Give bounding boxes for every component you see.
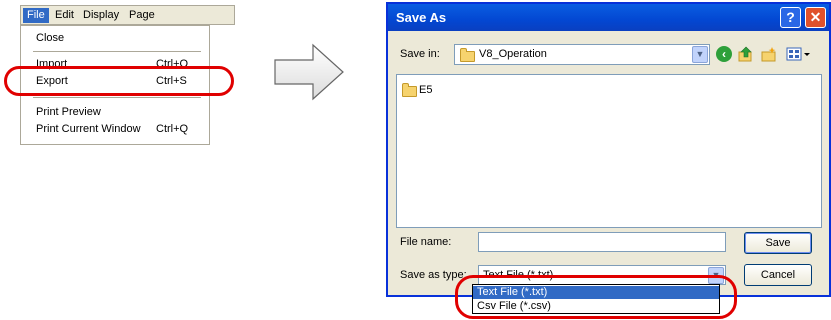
type-options-highlight-ring [455,275,737,319]
menu-separator [33,97,201,98]
folder-icon [402,83,417,97]
save-as-type-label: Save as type: [400,269,467,281]
new-folder-icon[interactable] [761,46,777,62]
dialog-titlebar: Save As ? ✕ [388,4,829,31]
chevron-down-icon[interactable]: ▼ [692,46,708,63]
save-in-value: V8_Operation [479,48,547,60]
save-button[interactable]: Save [744,232,812,254]
file-list[interactable]: E5 [396,74,822,228]
menu-bar: File Edit Display Page [20,5,235,25]
cancel-button[interactable]: Cancel [744,264,812,286]
menu-separator [33,51,201,52]
shortcut-print-current-window: Ctrl+Q [156,123,189,135]
menu-edit[interactable]: Edit [51,8,78,23]
help-button[interactable]: ? [780,7,801,28]
file-name-input[interactable] [478,232,726,252]
menu-file[interactable]: File [23,8,49,23]
dialog-title: Save As [396,10,447,25]
file-name-label: File name: [400,236,452,248]
menu-item-print-preview[interactable]: Print Preview [36,104,101,120]
save-in-dropdown[interactable]: V8_Operation ▼ [454,44,710,65]
menu-display[interactable]: Display [79,8,123,23]
file-item-e5[interactable]: E5 [419,84,432,96]
save-as-dialog: Save As ? ✕ Save in: V8_Operation ▼ ‹ E5… [386,2,831,297]
folder-icon [460,48,475,62]
close-button[interactable]: ✕ [805,7,826,28]
export-highlight-ring [4,66,234,96]
right-arrow-icon [274,43,344,101]
menu-item-print-current-window[interactable]: Print Current Window [36,121,141,137]
up-one-level-icon[interactable] [738,46,754,62]
back-icon[interactable]: ‹ [716,46,732,62]
save-in-label: Save in: [400,48,440,60]
menu-page[interactable]: Page [125,8,159,23]
views-menu-icon[interactable] [786,46,812,62]
menu-item-close[interactable]: Close [36,30,64,46]
